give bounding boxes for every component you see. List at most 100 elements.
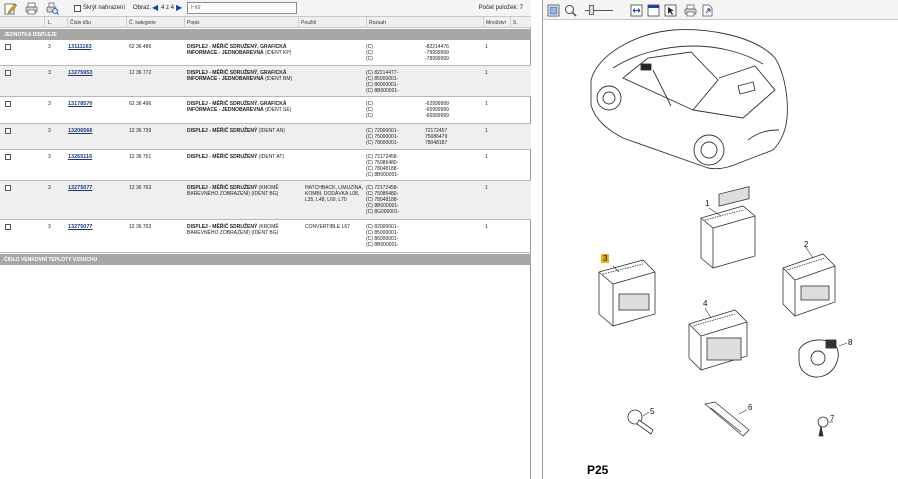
column-divider[interactable]	[483, 17, 484, 28]
export-icon[interactable]	[701, 4, 714, 17]
column-divider[interactable]	[67, 17, 68, 28]
display-unit-2[interactable]	[782, 253, 836, 317]
callout-2[interactable]: 2	[804, 240, 808, 249]
table-row[interactable]: 3 13275077 12 36 763 DISPLEJ - MĚŘIČ SDR…	[0, 220, 531, 253]
row-level: 3	[48, 128, 51, 134]
col-quantity[interactable]: Množství	[486, 20, 506, 26]
row-checkbox[interactable]	[5, 185, 11, 191]
previous-image-icon[interactable]: ◀	[152, 4, 158, 12]
usage: HATCHBACK, LIMUZÍNA, KOMBI, DODÁVKA L08,…	[305, 185, 363, 203]
hide-replaced-checkbox[interactable]	[74, 5, 81, 12]
print-preview-icon[interactable]	[46, 2, 59, 15]
zoom-slider-thumb[interactable]	[589, 5, 594, 15]
usage: CONVERTIBLE L67	[305, 224, 350, 230]
row-checkbox[interactable]	[5, 154, 11, 160]
range: (C) 72172458- (C) 75086480- (C) 78048188…	[366, 185, 399, 215]
table-row[interactable]: 3 13206566 12 36 739 DISPLEJ - MĚŘIČ SDR…	[0, 124, 531, 150]
description-ident: (IDENT SE)	[265, 107, 292, 113]
description-ident: (IDENT KP)	[265, 50, 292, 56]
part-number-link[interactable]: 13111163	[68, 44, 92, 50]
description-ident: (IDENT AN)	[258, 128, 285, 134]
range: (C) 82214477- (C) 85000001- (C) 86000001…	[366, 70, 399, 94]
row-checkbox[interactable]	[5, 70, 11, 76]
print-icon[interactable]	[25, 2, 38, 15]
row-checkbox[interactable]	[5, 128, 11, 134]
range: (C) 72172458- (C) 75086480- (C) 78048188…	[366, 154, 399, 178]
description-ident: (IDENT BM)	[265, 76, 293, 82]
part-number-link[interactable]: 13275077	[68, 185, 92, 191]
row-checkbox[interactable]	[5, 224, 11, 230]
table-row[interactable]: 3 13178570 62 36 496 DISPLEJ - MĚŘIČ SDR…	[0, 97, 531, 124]
zoom-icon[interactable]	[564, 4, 577, 17]
screw[interactable]	[817, 416, 829, 437]
column-divider[interactable]	[298, 17, 299, 28]
select-icon[interactable]	[664, 4, 677, 17]
row-level: 3	[48, 44, 51, 50]
parts-list-pane: Skrýt nahrazení Obraz. ◀ 4 z 4 ▶ Počet p…	[0, 0, 531, 479]
plate-label: P25	[587, 463, 609, 477]
col-usage[interactable]: Použití	[301, 20, 316, 26]
display-unit-4[interactable]	[688, 309, 748, 371]
column-divider[interactable]	[366, 17, 367, 28]
range-end: 72172457 75086479 78048187	[425, 128, 447, 146]
quantity: 1	[485, 154, 488, 160]
viewer-toolbar	[543, 0, 898, 20]
row-checkbox[interactable]	[5, 44, 11, 50]
description: DISPLEJ - MĚŘIČ SDRUŽENÝ (IDENT AN)	[187, 128, 297, 134]
display-unit-3[interactable]	[598, 259, 656, 327]
col-description[interactable]: Popis	[187, 20, 200, 26]
table-header: L. Číslo dílu Č. kategorie Popis Použití…	[0, 17, 531, 28]
range: (C) (C) (C)	[366, 101, 373, 119]
group-header: JEDNOTKA DISPLEJE	[0, 29, 531, 40]
hide-replaced-label: Skrýt nahrazení	[83, 5, 126, 11]
callout-8[interactable]: 8	[848, 338, 852, 347]
fit-page-icon[interactable]	[547, 4, 560, 17]
callout-6[interactable]: 6	[748, 403, 752, 412]
quantity: 1	[485, 185, 488, 191]
part-number-link[interactable]: 13265116	[68, 154, 92, 160]
release-tool[interactable]	[704, 401, 750, 437]
table-row[interactable]: 3 13275953 12 36 772 DISPLEJ - MĚŘIČ SDR…	[0, 66, 531, 97]
description: DISPLEJ - MĚŘIČ SDRUŽENÝ, GRAFICKÁ INFOR…	[187, 101, 297, 113]
description: DISPLEJ - MĚŘIČ SDRUŽENÝ (KROMĚ BAREVNÉH…	[187, 224, 295, 236]
window-icon[interactable]	[647, 4, 660, 17]
callout-3[interactable]: 3	[601, 254, 610, 263]
quantity: 1	[485, 44, 488, 50]
col-s[interactable]: S.	[513, 20, 518, 26]
column-divider[interactable]	[126, 17, 127, 28]
row-level: 3	[48, 70, 51, 76]
table-row[interactable]: 3 13275077 12 36 763 DISPLEJ - MĚŘIČ SDR…	[0, 181, 531, 220]
table-row[interactable]: 3 13111163 62 36 486 DISPLEJ - MĚŘIČ SDR…	[0, 40, 531, 66]
range-line: -78999999	[425, 56, 449, 62]
column-divider[interactable]	[184, 17, 185, 28]
part-number-link[interactable]: 13178570	[68, 101, 92, 107]
row-checkbox[interactable]	[5, 101, 11, 107]
col-level[interactable]: L.	[48, 20, 52, 26]
filter-input[interactable]	[187, 2, 297, 14]
col-range[interactable]: Rozsah	[369, 20, 386, 26]
image-label: Obraz.	[133, 5, 152, 11]
part-number-link[interactable]: 13206566	[68, 128, 92, 134]
print-icon[interactable]	[684, 4, 697, 17]
callout-7[interactable]: 7	[830, 414, 834, 423]
col-part-number[interactable]: Číslo dílu	[70, 20, 91, 26]
callout-4[interactable]: 4	[703, 299, 707, 308]
description: DISPLEJ - MĚŘIČ SDRUŽENÝ, GRAFICKÁ INFOR…	[187, 44, 297, 56]
part-number-link[interactable]: 13275953	[68, 70, 92, 76]
table-row[interactable]: 3 13265116 12 36 751 DISPLEJ - MĚŘIČ SDR…	[0, 150, 531, 181]
catalog-number: 12 36 739	[129, 128, 152, 134]
fit-width-icon[interactable]	[630, 4, 643, 17]
col-catalog[interactable]: Č. kategorie	[129, 20, 156, 26]
next-image-icon[interactable]: ▶	[176, 4, 182, 12]
temperature-sensor[interactable]	[798, 339, 839, 378]
column-divider[interactable]	[510, 17, 511, 28]
callout-5[interactable]: 5	[650, 407, 654, 416]
parts-diagram	[590, 29, 848, 437]
edit-icon[interactable]	[4, 2, 17, 15]
description: DISPLEJ - MĚŘIČ SDRUŽENÝ (IDENT AT)	[187, 154, 297, 160]
part-number-link[interactable]: 13275077	[68, 224, 92, 230]
row-level: 3	[48, 101, 51, 107]
description-text: DISPLEJ - MĚŘIČ SDRUŽENÝ	[187, 154, 258, 160]
callout-1[interactable]: 1	[705, 199, 709, 208]
column-divider[interactable]	[44, 17, 45, 28]
